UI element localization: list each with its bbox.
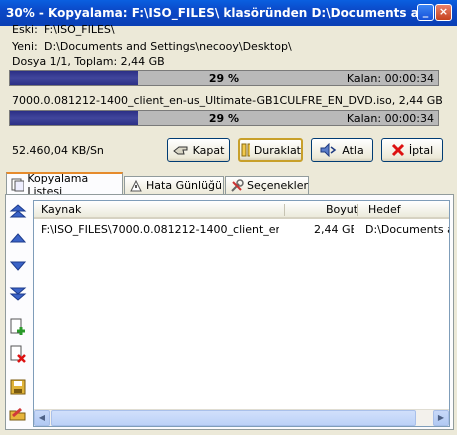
close-window-button[interactable]: × <box>435 4 452 21</box>
table-header: Kaynak Boyut Hedef <box>34 201 449 219</box>
save-list-icon[interactable] <box>9 378 27 396</box>
cancel-button[interactable]: İptal <box>381 138 443 162</box>
row-size: 2,44 GB <box>314 223 354 236</box>
scrollbar-thumb[interactable] <box>51 410 416 426</box>
source-label: Eski: <box>12 23 38 36</box>
tools-icon <box>231 178 244 192</box>
destination-path: D:\Documents and Settings\necooy\Desktop… <box>44 40 292 53</box>
file-progress-bar: 29 % Kalan: 00:00:34 <box>9 110 439 126</box>
add-file-icon[interactable] <box>9 318 27 336</box>
scroll-right-arrow-icon[interactable]: ▶ <box>433 410 449 426</box>
row-source: F:\ISO_FILES\7000.0.081212-1400_client_e… <box>41 223 279 236</box>
total-remaining-time: Kalan: 00:00:34 <box>346 72 434 85</box>
total-progress-bar: 29 % Kalan: 00:00:34 <box>9 70 439 86</box>
pause-icon <box>241 143 250 157</box>
file-remaining-time: Kalan: 00:00:34 <box>346 112 434 125</box>
cancel-button-label: İptal <box>408 143 434 157</box>
window-title: 30% - Kopyalama: F:\ISO_FILES\ klasöründ… <box>6 6 420 20</box>
copy-list-icon <box>11 178 25 191</box>
close-button[interactable]: Kapat <box>167 138 230 162</box>
move-to-bottom-icon[interactable] <box>9 284 27 302</box>
open-list-icon[interactable] <box>9 405 27 423</box>
tab-error-log[interactable]: Hata Günlüğü <box>124 176 224 194</box>
move-to-top-icon[interactable] <box>9 203 27 221</box>
column-header-destination[interactable]: Hedef <box>368 203 401 216</box>
cancel-x-icon <box>391 143 404 157</box>
minimize-button[interactable]: _ <box>417 4 434 21</box>
move-up-icon[interactable] <box>9 230 27 248</box>
current-file-label: 7000.0.081212-1400_client_en-us_Ultimate… <box>12 94 443 107</box>
copy-list-table[interactable]: Kaynak Boyut Hedef F:\ISO_FILES\7000.0.0… <box>33 200 450 427</box>
copy-window: 30% - Kopyalama: F:\ISO_FILES\ klasöründ… <box>0 0 457 435</box>
tab-options[interactable]: Seçenekler <box>225 176 309 194</box>
skip-button[interactable]: Atla <box>311 138 373 162</box>
source-path: F:\ISO_FILES\ <box>44 23 115 36</box>
file-summary: Dosya 1/1, Toplam: 2,44 GB <box>12 55 165 68</box>
column-header-source[interactable]: Kaynak <box>41 203 81 216</box>
horizontal-scrollbar[interactable]: ◀ ▶ <box>34 409 449 426</box>
tab-copy-list[interactable]: Kopyalama Listesi <box>6 172 123 198</box>
row-destination: D:\Documents and Settings <box>365 223 449 236</box>
speaker-skip-icon <box>320 143 337 157</box>
column-header-size[interactable]: Boyut <box>326 203 358 216</box>
tab-error-log-label: Hata Günlüğü <box>146 179 223 192</box>
pause-button-label: Duraklat <box>253 143 301 157</box>
scroll-left-arrow-icon[interactable]: ◀ <box>34 410 50 426</box>
remove-file-icon[interactable] <box>9 345 27 363</box>
close-button-label: Kapat <box>192 143 225 157</box>
destination-label: Yeni: <box>12 40 38 53</box>
hand-icon <box>172 146 188 155</box>
move-down-icon[interactable] <box>9 256 27 274</box>
pause-button[interactable]: Duraklat <box>238 138 303 162</box>
tab-options-label: Seçenekler <box>246 179 308 192</box>
skip-button-label: Atla <box>342 143 364 157</box>
error-log-icon <box>130 179 142 191</box>
transfer-speed: 52.460,04 KB/Sn <box>12 144 104 157</box>
